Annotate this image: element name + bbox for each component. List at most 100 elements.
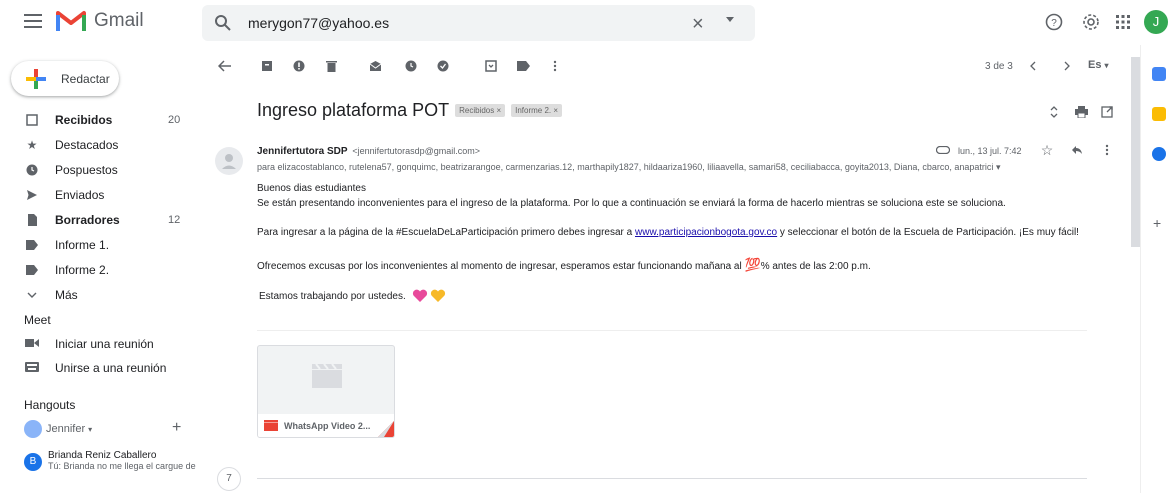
recipients-list[interactable]: para elizacostablanco, rutelena57, gonqu… bbox=[257, 162, 1037, 173]
body-line-3-post: % antes de las 2:00 p.m. bbox=[760, 261, 871, 272]
clear-search-icon[interactable]: × bbox=[692, 12, 704, 36]
sender-email: <jennifertutorasdp@gmail.com> bbox=[352, 146, 481, 156]
page-fold-icon bbox=[378, 421, 394, 437]
sidebar-item-starred[interactable]: ★ Destacados bbox=[0, 132, 200, 157]
contact-snippet: Tú: Brianda no me llega el cargue de bbox=[48, 461, 196, 471]
help-icon[interactable]: ? bbox=[1044, 12, 1064, 32]
language-label: Es bbox=[1088, 59, 1102, 71]
sidebar-nav: Recibidos 20 ★ Destacados Pospuestos Env… bbox=[0, 107, 200, 307]
side-panel: + bbox=[1140, 45, 1171, 493]
expand-all-icon[interactable] bbox=[1045, 103, 1063, 121]
unread-count: 20 bbox=[168, 113, 181, 126]
more-vert-icon[interactable] bbox=[1098, 141, 1116, 159]
chevron-down-icon[interactable]: ▾ bbox=[996, 162, 1001, 172]
attachment-card[interactable]: WhatsApp Video 2... bbox=[257, 345, 395, 438]
keep-icon[interactable] bbox=[1152, 107, 1166, 121]
mark-unread-icon[interactable] bbox=[366, 57, 384, 75]
sidebar-item-label: Borradores bbox=[55, 212, 120, 227]
settings-icon[interactable] bbox=[1081, 12, 1101, 32]
meet-join-button[interactable]: Unirse a una reunión bbox=[25, 361, 166, 375]
sidebar: Redactar Recibidos 20 ★ Destacados Pospu… bbox=[0, 45, 200, 493]
print-icon[interactable] bbox=[1072, 103, 1090, 121]
meet-start-button[interactable]: Iniciar una reunión bbox=[25, 337, 154, 351]
more-vert-icon[interactable] bbox=[546, 57, 564, 75]
sidebar-item-label: Pospuestos bbox=[55, 162, 118, 177]
contact-name: Brianda Reniz Caballero bbox=[48, 450, 157, 461]
report-spam-icon[interactable] bbox=[290, 57, 308, 75]
meet-join-label: Unirse a una reunión bbox=[55, 361, 167, 375]
calendar-icon[interactable] bbox=[1152, 67, 1166, 81]
sidebar-item-label: Destacados bbox=[55, 137, 119, 152]
thread-divider bbox=[257, 478, 1087, 479]
compose-plus-icon bbox=[26, 68, 46, 89]
body-line-3-pre: Ofrecemos excusas por los inconvenientes… bbox=[257, 261, 745, 272]
sidebar-item-drafts[interactable]: Borradores 12 bbox=[0, 207, 200, 232]
back-arrow-icon[interactable] bbox=[216, 57, 234, 75]
sender-name[interactable]: Jennifertutora SDP bbox=[257, 146, 348, 157]
video-file-icon bbox=[264, 420, 278, 431]
apps-grid-icon[interactable] bbox=[1113, 12, 1133, 32]
attachment-clip-icon bbox=[934, 141, 952, 159]
star-outline-icon[interactable]: ☆ bbox=[1038, 141, 1056, 159]
search-input[interactable] bbox=[248, 12, 678, 34]
new-conversation-icon[interactable]: + bbox=[172, 419, 181, 437]
open-new-window-icon[interactable] bbox=[1098, 103, 1116, 121]
sidebar-item-label: Recibidos bbox=[55, 112, 113, 127]
snooze-icon[interactable] bbox=[402, 57, 420, 75]
reply-icon[interactable] bbox=[1068, 141, 1086, 159]
move-to-icon[interactable] bbox=[482, 57, 500, 75]
account-avatar[interactable]: J bbox=[1144, 10, 1168, 34]
body-line-2: Para ingresar a la página de la #Escuela… bbox=[257, 227, 1079, 238]
email-date: lun., 13 jul. 7:42 bbox=[958, 146, 1022, 156]
body-line-4: Estamos trabajando por ustedes. bbox=[257, 289, 446, 303]
add-task-icon[interactable] bbox=[434, 57, 452, 75]
sidebar-item-inbox[interactable]: Recibidos 20 bbox=[0, 107, 200, 132]
chevron-right-icon[interactable] bbox=[1058, 57, 1076, 75]
sidebar-item-informe-2[interactable]: Informe 2. bbox=[0, 257, 200, 282]
body-line-1: Se están presentando inconvenientes para… bbox=[257, 198, 1006, 209]
sidebar-item-snoozed[interactable]: Pospuestos bbox=[0, 157, 200, 182]
archive-icon[interactable] bbox=[258, 57, 276, 75]
body-line-2-post: y seleccionar el botón de la Escuela de … bbox=[777, 227, 1079, 238]
label-chip-recibidos[interactable]: Recibidos × bbox=[455, 104, 506, 117]
participacion-link[interactable]: www.participacionbogota.gov.co bbox=[635, 227, 777, 238]
top-bar: Gmail × ? J bbox=[0, 0, 1171, 45]
main-menu-icon[interactable] bbox=[24, 14, 42, 28]
divider bbox=[257, 330, 1087, 331]
sender-line: Jennifertutora SDP <jennifertutorasdp@gm… bbox=[257, 146, 480, 157]
email-subject-row: Ingreso plataforma POT Recibidos × Infor… bbox=[257, 100, 563, 121]
sidebar-item-sent[interactable]: Enviados bbox=[0, 182, 200, 207]
hangouts-contact[interactable]: B Brianda Reniz Caballero Tú: Brianda no… bbox=[24, 450, 196, 471]
label-icon[interactable] bbox=[514, 57, 532, 75]
sidebar-item-label: Más bbox=[55, 287, 78, 302]
collapsed-messages-count[interactable]: 7 bbox=[217, 467, 241, 491]
yellow-heart-icon bbox=[430, 289, 445, 302]
input-language-button[interactable]: Es ▾ bbox=[1088, 59, 1108, 71]
sidebar-item-label: Informe 2. bbox=[55, 262, 110, 277]
chevron-down-icon bbox=[25, 288, 39, 302]
search-options-icon[interactable] bbox=[726, 17, 734, 22]
trash-icon[interactable] bbox=[322, 57, 340, 75]
hangouts-user-name: Jennifer bbox=[46, 423, 86, 435]
chevron-left-icon[interactable] bbox=[1024, 57, 1042, 75]
sidebar-item-informe-1[interactable]: Informe 1. bbox=[0, 232, 200, 257]
label-icon bbox=[25, 263, 39, 277]
hangouts-user[interactable]: Jennifer ▾ bbox=[24, 420, 184, 438]
gmail-logo[interactable]: Gmail bbox=[56, 9, 144, 33]
sidebar-item-more[interactable]: Más bbox=[0, 282, 200, 307]
hangouts-title: Hangouts bbox=[24, 398, 76, 412]
sender-avatar[interactable] bbox=[215, 147, 243, 175]
body-line-3: Ofrecemos excusas por los inconvenientes… bbox=[257, 257, 871, 273]
compose-button[interactable]: Redactar bbox=[11, 61, 119, 96]
svg-text:?: ? bbox=[1051, 18, 1057, 29]
scrollbar[interactable] bbox=[1131, 57, 1140, 247]
add-addon-icon[interactable]: + bbox=[1153, 215, 1161, 231]
send-icon bbox=[25, 188, 39, 202]
compose-label: Redactar bbox=[61, 71, 110, 86]
chevron-down-icon: ▾ bbox=[88, 424, 93, 434]
label-chip-informe-2[interactable]: Informe 2. × bbox=[511, 104, 563, 117]
message-toolbar: 3 de 3 Es ▾ bbox=[200, 49, 1130, 85]
tasks-icon[interactable] bbox=[1152, 147, 1166, 161]
inbox-icon bbox=[25, 113, 39, 127]
search-icon[interactable] bbox=[214, 14, 232, 32]
